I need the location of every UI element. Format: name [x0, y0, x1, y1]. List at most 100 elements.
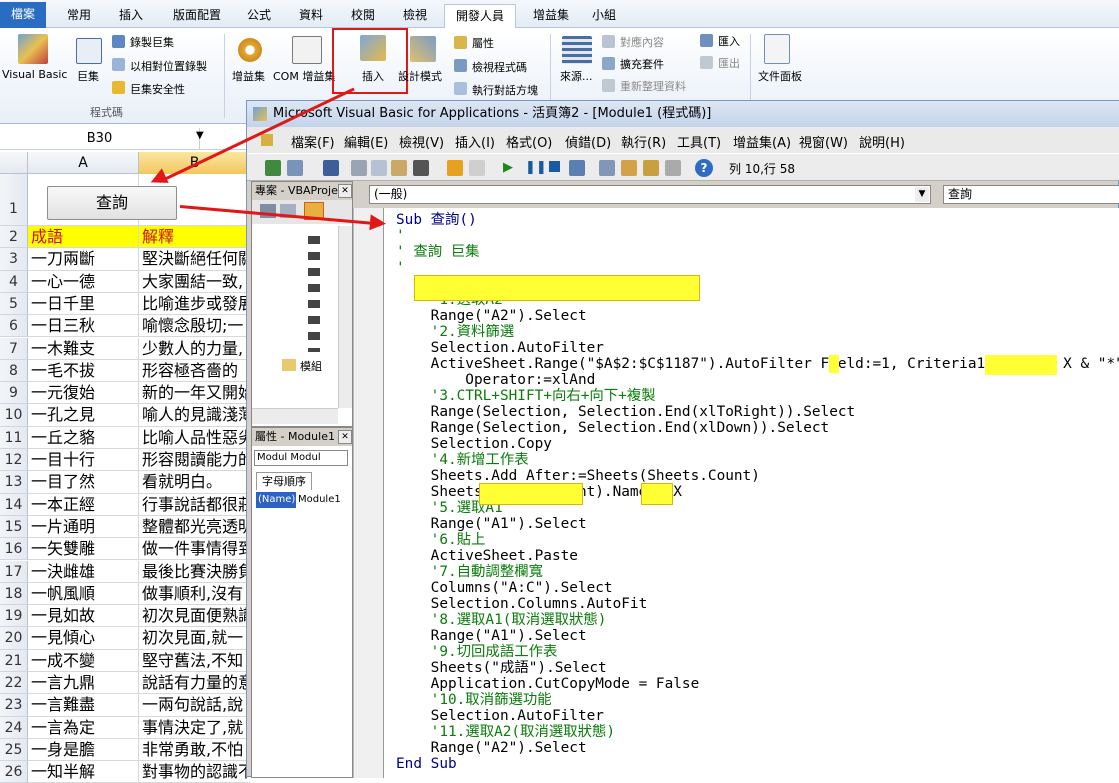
code-line[interactable]: '7.自動調整欄寬 — [396, 564, 543, 580]
cell-explanation[interactable]: 非常勇敢,不怕 — [139, 739, 250, 762]
name-box[interactable]: B30 — [0, 128, 200, 150]
menu-window[interactable]: 視窗(W) — [799, 132, 848, 151]
cell-explanation[interactable]: 初次見面,就一 — [139, 627, 250, 650]
code-line[interactable]: Columns("A:C").Select — [396, 580, 613, 596]
source-button[interactable]: 來源... — [560, 68, 593, 84]
cell-idiom[interactable]: 一身是膽 — [28, 738, 139, 762]
menu-edit[interactable]: 編輯(E) — [344, 132, 388, 151]
cell-idiom[interactable]: 一言九鼎 — [28, 672, 139, 695]
design-mode-toggle-icon[interactable] — [569, 160, 585, 176]
row-header[interactable]: 26 — [0, 761, 28, 783]
menu-addins[interactable]: 增益集(A) — [733, 132, 791, 151]
cell-explanation[interactable]: 看就明白。 — [139, 471, 250, 494]
undo-icon[interactable] — [447, 160, 463, 176]
tab-data[interactable]: 資料 — [290, 4, 332, 28]
tab-developer[interactable]: 開發人員 — [444, 4, 516, 28]
row-header[interactable]: 2 — [0, 226, 28, 249]
row-header[interactable]: 4 — [0, 270, 28, 293]
cell-explanation[interactable]: 大家團結一致, — [139, 271, 250, 293]
cell-idiom[interactable]: 一矢雙雕 — [28, 538, 139, 561]
view-code-button[interactable]: 檢視程式碼 — [472, 59, 527, 75]
close-icon[interactable]: ✕ — [338, 184, 352, 198]
menu-debug[interactable]: 偵錯(D) — [565, 132, 611, 151]
code-line[interactable]: '11.選取A2(取消選取狀態) — [396, 724, 615, 740]
code-line[interactable]: Sheets("成語").Select — [396, 660, 607, 676]
row-header[interactable]: 13 — [0, 471, 28, 494]
code-line[interactable]: '3.CTRL+SHIFT+向右+向下+複製 — [396, 388, 656, 404]
row-header[interactable]: 25 — [0, 738, 28, 762]
property-name-key[interactable]: (Name) — [256, 492, 296, 508]
find-icon[interactable] — [413, 160, 429, 176]
properties-window-icon[interactable] — [621, 160, 637, 176]
save-icon[interactable] — [323, 160, 339, 176]
cell-explanation[interactable]: 堅守舊法,不知 — [139, 650, 250, 672]
object-select[interactable]: Modul Modul — [254, 450, 348, 466]
break-icon[interactable]: ❚❚ — [525, 160, 547, 175]
record-macro-button[interactable]: 錄製巨集 — [130, 34, 174, 50]
cell-idiom[interactable]: 一言為定 — [28, 716, 139, 739]
row-header[interactable]: 22 — [0, 672, 28, 695]
cell-explanation[interactable]: 一兩句說話,說 — [139, 694, 250, 717]
cell-idiom[interactable]: 一刀兩斷 — [28, 248, 139, 271]
object-browser-icon[interactable] — [643, 160, 659, 176]
code-line[interactable]: '8.選取A1(取消選取狀態) — [396, 612, 607, 628]
tab-view[interactable]: 檢視 — [394, 4, 436, 28]
chevron-down-icon[interactable]: ▼ — [196, 130, 204, 141]
tab-review[interactable]: 校閱 — [342, 4, 384, 28]
refresh-data-button[interactable]: 重新整理資料 — [620, 78, 686, 94]
com-addins-button[interactable]: COM 增益集 — [273, 68, 335, 84]
cell-idiom[interactable]: 一決雌雄 — [28, 560, 139, 583]
row-header[interactable]: 9 — [0, 382, 28, 405]
cell-explanation[interactable]: 做一件事情得到 — [139, 538, 250, 561]
insert-module-icon[interactable] — [287, 160, 303, 176]
tab-formulas[interactable]: 公式 — [238, 4, 280, 28]
export-button[interactable]: 匯出 — [718, 55, 740, 71]
tab-home[interactable]: 常用 — [56, 4, 102, 28]
cell-idiom[interactable]: 一心一德 — [28, 270, 139, 293]
code-line[interactable]: ' — [396, 228, 405, 244]
macro-security-button[interactable]: 巨集安全性 — [130, 81, 185, 97]
menu-view[interactable]: 檢視(V) — [399, 132, 444, 151]
code-line[interactable]: '4.新增工作表 — [396, 452, 529, 468]
menu-tools[interactable]: 工具(T) — [677, 132, 721, 151]
cell-explanation[interactable]: 行事說話都很莊 — [139, 494, 250, 516]
code-line[interactable]: Sheets.Add After:=Sheets(Sheets.Count) — [396, 468, 760, 484]
close-icon[interactable]: ✕ — [338, 430, 352, 444]
row-header[interactable]: 21 — [0, 649, 28, 672]
cell-explanation[interactable]: 事情決定了,就 — [139, 717, 250, 739]
project-explorer-icon[interactable] — [599, 160, 615, 176]
row-header[interactable]: 12 — [0, 449, 28, 472]
row-header[interactable]: 18 — [0, 582, 28, 606]
expansion-packs-button[interactable]: 擴充套件 — [620, 56, 664, 72]
code-line[interactable]: Selection.Copy — [396, 436, 552, 452]
tab-file[interactable]: 檔案 — [0, 2, 46, 28]
property-name-value[interactable]: Module1 — [298, 492, 341, 508]
properties-button[interactable]: 屬性 — [472, 35, 494, 51]
row-header[interactable]: 5 — [0, 292, 28, 316]
code-line[interactable]: Selection.AutoFilter — [396, 708, 604, 724]
cell-explanation[interactable]: 對事物的認識不 — [139, 761, 250, 783]
chevron-down-icon[interactable]: ▼ — [915, 187, 929, 202]
view-excel-icon[interactable] — [265, 160, 281, 176]
toolbox-icon[interactable] — [665, 160, 681, 176]
tab-team[interactable]: 小組 — [584, 4, 624, 28]
horizontal-scrollbar[interactable] — [252, 408, 338, 424]
cell-idiom[interactable]: 一目十行 — [28, 449, 139, 472]
row-header[interactable]: 3 — [0, 248, 28, 271]
code-line[interactable]: '6.貼上 — [396, 532, 486, 548]
run-dialog-button[interactable]: 執行對話方塊 — [472, 82, 538, 98]
code-line[interactable]: ' 查詢 巨集 — [396, 244, 480, 260]
cell-explanation[interactable]: 做事順利,沒有 — [139, 583, 250, 606]
paste-icon[interactable] — [391, 160, 407, 176]
cell-idiom[interactable]: 一日三秋 — [28, 315, 139, 338]
tab-addins[interactable]: 增益集 — [526, 4, 576, 28]
cell-explanation[interactable]: 少數人的力量, — [139, 338, 250, 360]
redo-icon[interactable] — [469, 160, 485, 176]
code-line[interactable]: Operator:=xlAnd — [396, 372, 595, 388]
code-line[interactable]: Range("A1").Select — [396, 516, 587, 532]
row-header[interactable]: 11 — [0, 426, 28, 449]
margin-indicator-bar[interactable] — [353, 208, 383, 778]
relative-reference-button[interactable]: 以相對位置錄製 — [130, 58, 207, 74]
tab-page-layout[interactable]: 版面配置 — [162, 4, 232, 28]
row-header[interactable]: 1 — [0, 174, 28, 226]
